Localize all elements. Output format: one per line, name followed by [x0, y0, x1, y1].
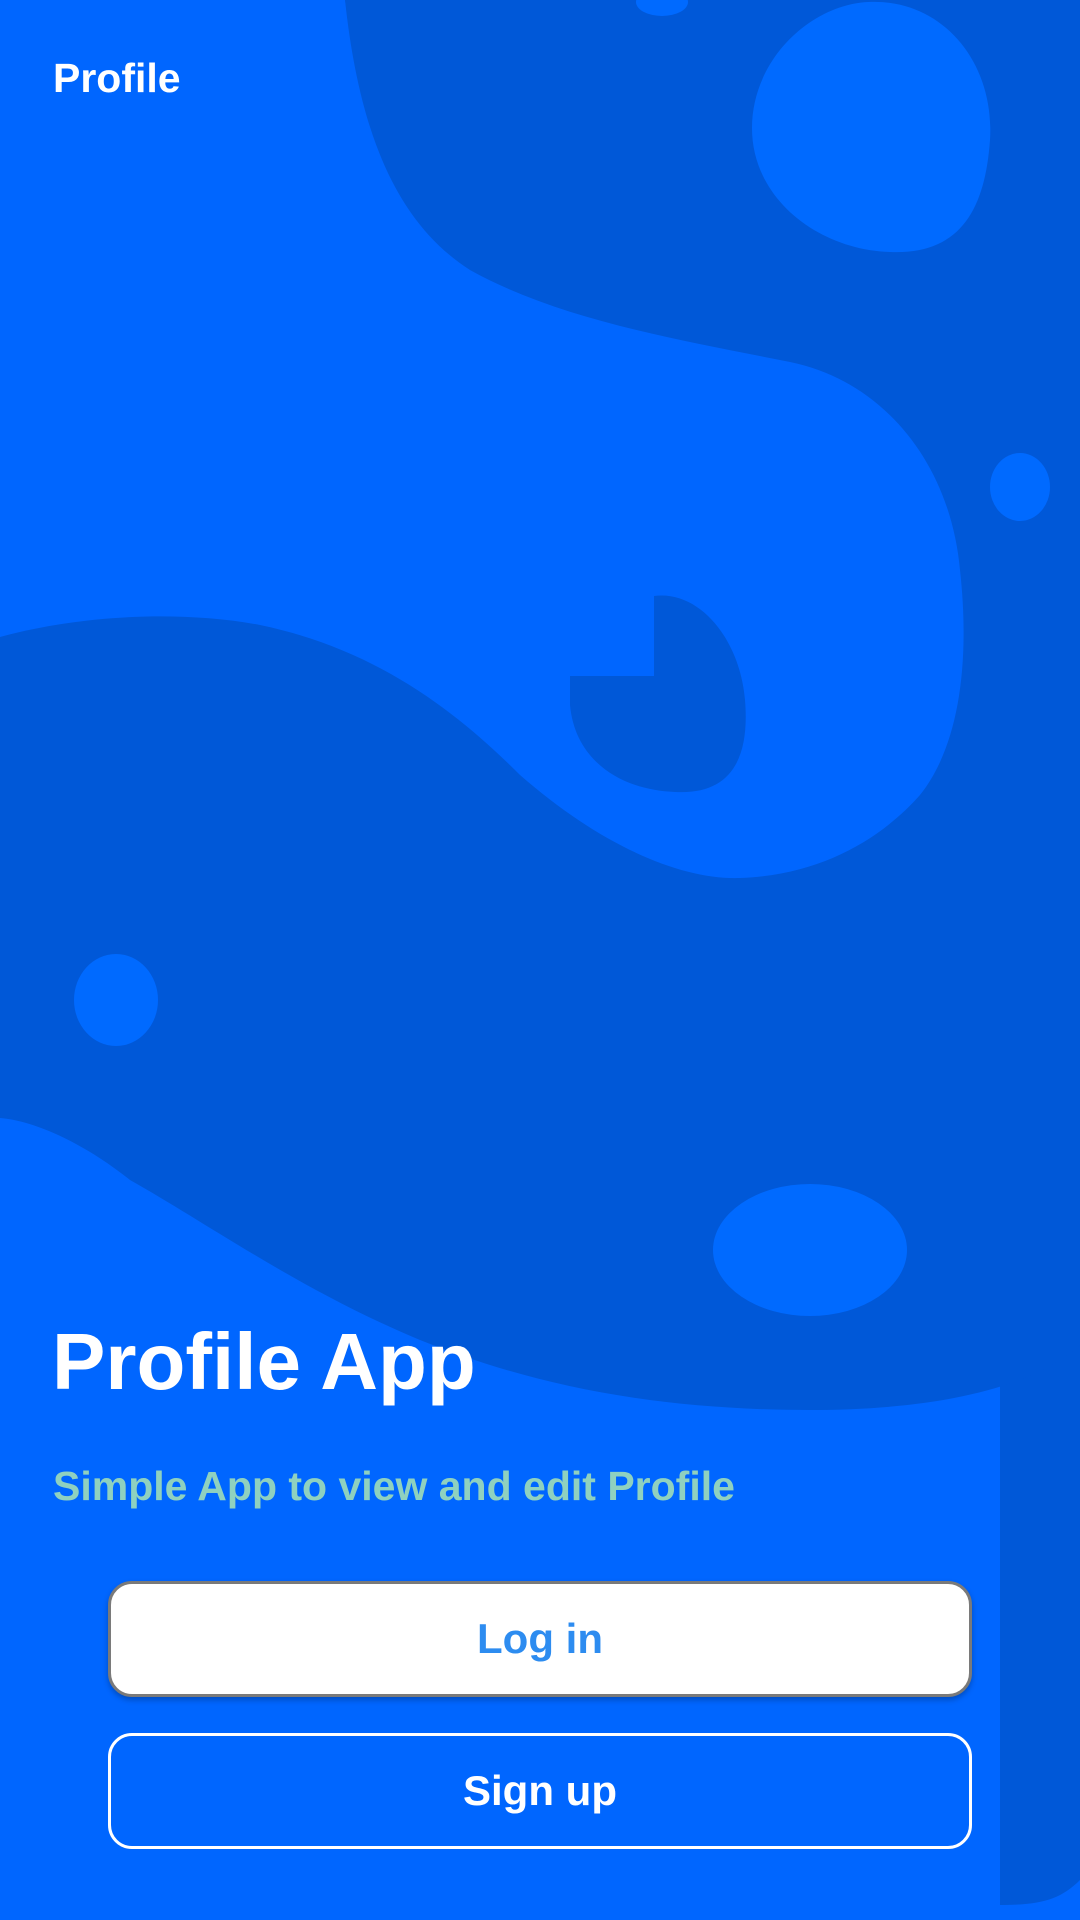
hero-title: Profile App: [52, 1317, 476, 1406]
background-blob-small-right: [990, 453, 1050, 521]
background-blob-bottom: [713, 1184, 907, 1316]
app-bar-title: Profile: [53, 55, 181, 101]
signup-button[interactable]: Sign up: [108, 1733, 972, 1849]
welcome-screen: Profile Profile App Simple App to view a…: [0, 0, 1080, 1920]
login-button[interactable]: Log in: [108, 1581, 972, 1697]
hero-subtitle: Simple App to view and edit Profile: [53, 1463, 735, 1509]
background-notch-shape: [570, 595, 746, 793]
background-blob-left: [74, 954, 158, 1046]
